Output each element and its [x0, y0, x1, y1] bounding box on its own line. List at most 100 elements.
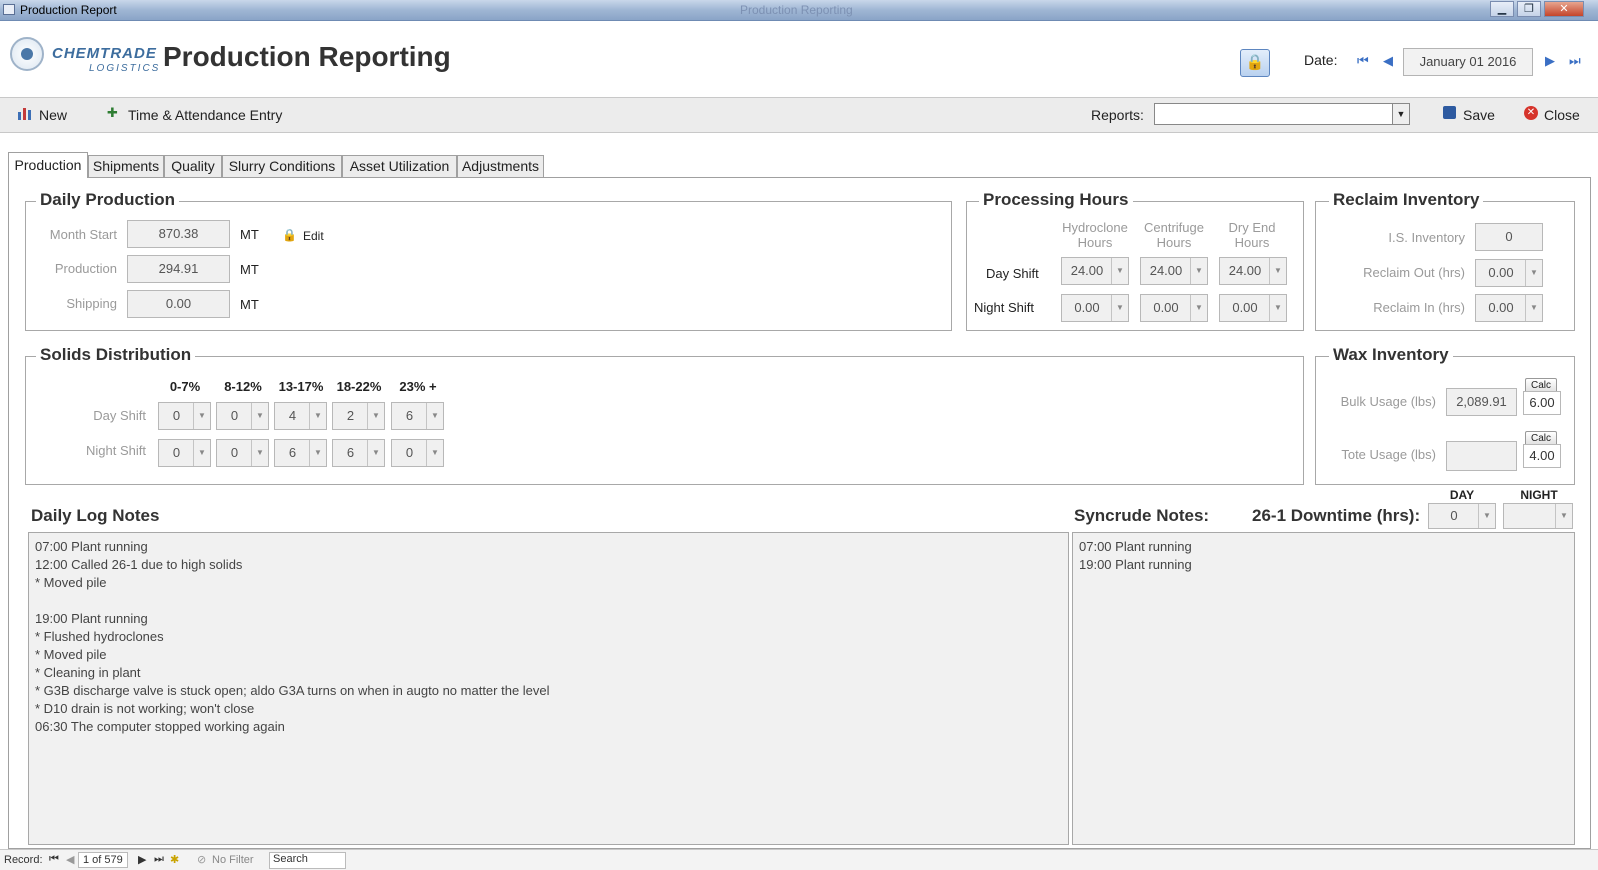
- chevron-down-icon[interactable]: ▼: [1478, 504, 1495, 528]
- next-record-icon[interactable]: ▶: [138, 853, 146, 866]
- solids-header-18-22: 18-22%: [336, 379, 382, 394]
- dry-end-day-select[interactable]: 24.00 ▼: [1219, 257, 1287, 285]
- syncrude-notes-textarea[interactable]: 07:00 Plant running 19:00 Plant running: [1072, 532, 1575, 845]
- record-label: Record:: [4, 854, 43, 866]
- chevron-down-icon[interactable]: ▼: [1392, 104, 1409, 124]
- chevron-down-icon[interactable]: ▼: [426, 403, 443, 429]
- shipping-label: Shipping: [66, 296, 117, 311]
- solids-header-23-plus: 23% +: [399, 379, 437, 394]
- chevron-down-icon[interactable]: ▼: [309, 440, 326, 466]
- centrifuge-night-select[interactable]: 0.00 ▼: [1140, 294, 1208, 322]
- hydroclone-day-select[interactable]: 24.00 ▼: [1061, 257, 1129, 285]
- chevron-down-icon[interactable]: ▼: [1190, 295, 1207, 321]
- solids-day-8-12-select[interactable]: 0 ▼: [216, 402, 269, 430]
- chevron-down-icon[interactable]: ▼: [426, 440, 443, 466]
- is-inventory-field[interactable]: 0: [1475, 223, 1543, 251]
- solids-day-23-plus-select[interactable]: 6 ▼: [391, 402, 444, 430]
- solids-night-18-22-select[interactable]: 6 ▼: [332, 439, 385, 467]
- solids-day-0-7-select[interactable]: 0 ▼: [158, 402, 211, 430]
- last-record-icon[interactable]: ⏭: [154, 853, 164, 866]
- daily-log-notes-textarea[interactable]: 07:00 Plant running 12:00 Called 26-1 du…: [28, 532, 1069, 845]
- reports-dropdown[interactable]: ▼: [1154, 103, 1410, 125]
- tote-usage-field[interactable]: [1446, 441, 1517, 471]
- solids-day-13-17-select[interactable]: 4 ▼: [274, 402, 327, 430]
- search-input[interactable]: Search: [269, 852, 346, 869]
- tab-quality[interactable]: Quality: [164, 155, 222, 177]
- first-record-icon[interactable]: ⏮: [49, 853, 59, 866]
- bulk-calc-field[interactable]: 6.00: [1523, 391, 1561, 415]
- shipping-field[interactable]: 0.00: [127, 290, 230, 318]
- chevron-down-icon[interactable]: ▼: [1525, 260, 1542, 286]
- chevron-down-icon[interactable]: ▼: [367, 403, 384, 429]
- chevron-down-icon[interactable]: ▼: [1555, 504, 1572, 528]
- previous-record-icon[interactable]: ◀: [66, 853, 74, 866]
- close-button[interactable]: Close: [1544, 107, 1580, 123]
- centrifuge-day-select[interactable]: 24.00 ▼: [1140, 257, 1208, 285]
- chevron-down-icon[interactable]: ▼: [309, 403, 326, 429]
- downtime-day-select[interactable]: 0 ▼: [1428, 503, 1496, 529]
- reports-label: Reports:: [1091, 107, 1144, 123]
- window-close-button[interactable]: ✕: [1544, 1, 1584, 17]
- reclaim-out-select[interactable]: 0.00 ▼: [1475, 259, 1543, 287]
- previous-date-icon[interactable]: ◀: [1383, 53, 1393, 69]
- production-field[interactable]: 294.91: [127, 255, 230, 283]
- first-date-icon[interactable]: ⏮: [1357, 53, 1369, 69]
- chevron-down-icon[interactable]: ▼: [1525, 295, 1542, 321]
- chevron-down-icon[interactable]: ▼: [1111, 295, 1128, 321]
- save-icon: [1443, 106, 1456, 119]
- window-title-bar: Production Report Production Reporting ▁…: [0, 0, 1598, 21]
- new-button[interactable]: New: [39, 107, 67, 123]
- save-button[interactable]: Save: [1463, 107, 1495, 123]
- tote-calc-field[interactable]: 4.00: [1523, 444, 1561, 468]
- chevron-down-icon[interactable]: ▼: [1111, 258, 1128, 284]
- solids-night-23-plus-select[interactable]: 0 ▼: [391, 439, 444, 467]
- tab-production[interactable]: Production: [8, 152, 88, 178]
- is-inventory-label: I.S. Inventory: [1388, 230, 1465, 245]
- next-date-icon[interactable]: ▶: [1545, 53, 1555, 69]
- solids-night-0-7-select[interactable]: 0 ▼: [158, 439, 211, 467]
- record-position-field[interactable]: 1 of 579: [78, 852, 128, 868]
- reclaim-inventory-title: Reclaim Inventory: [1329, 190, 1484, 210]
- dry-end-night-select[interactable]: 0.00 ▼: [1219, 294, 1287, 322]
- solids-night-8-12-select[interactable]: 0 ▼: [216, 439, 269, 467]
- chevron-down-icon[interactable]: ▼: [193, 440, 210, 466]
- tab-adjustments[interactable]: Adjustments: [457, 155, 544, 177]
- restore-button[interactable]: ❐: [1517, 1, 1541, 17]
- hydroclone-night-select[interactable]: 0.00 ▼: [1061, 294, 1129, 322]
- solids-header-8-12: 8-12%: [224, 379, 262, 394]
- chevron-down-icon[interactable]: ▼: [251, 403, 268, 429]
- time-attendance-button[interactable]: Time & Attendance Entry: [128, 107, 282, 123]
- hydroclone-hours-header: Hydroclone Hours: [1062, 220, 1128, 250]
- new-report-icon: [17, 106, 33, 120]
- daily-log-notes-title: Daily Log Notes: [31, 506, 160, 525]
- filter-icon[interactable]: ⊘: [197, 853, 206, 866]
- lock-button[interactable]: 🔒: [1240, 49, 1270, 77]
- month-start-field[interactable]: 870.38: [127, 220, 230, 248]
- window-center-title: Production Reporting: [740, 3, 853, 17]
- tote-usage-label: Tote Usage (lbs): [1341, 447, 1436, 462]
- last-date-icon[interactable]: ⏭: [1569, 53, 1581, 69]
- chevron-down-icon[interactable]: ▼: [1269, 295, 1286, 321]
- new-record-icon[interactable]: ✱: [170, 853, 179, 866]
- solids-day-18-22-select[interactable]: 2 ▼: [332, 402, 385, 430]
- no-filter-label[interactable]: No Filter: [212, 854, 254, 866]
- bulk-usage-field[interactable]: 2,089.91: [1446, 388, 1517, 416]
- processing-night-shift-label: Night Shift: [974, 300, 1034, 315]
- chevron-down-icon[interactable]: ▼: [251, 440, 268, 466]
- date-field[interactable]: January 01 2016: [1403, 48, 1533, 76]
- syncrude-notes-title: Syncrude Notes:: [1074, 506, 1210, 525]
- tab-shipments[interactable]: Shipments: [88, 155, 164, 177]
- chevron-down-icon[interactable]: ▼: [1190, 258, 1207, 284]
- solids-night-13-17-select[interactable]: 6 ▼: [274, 439, 327, 467]
- chevron-down-icon[interactable]: ▼: [193, 403, 210, 429]
- chevron-down-icon[interactable]: ▼: [367, 440, 384, 466]
- tab-asset-utilization[interactable]: Asset Utilization: [342, 155, 457, 177]
- downtime-night-select[interactable]: ▼: [1503, 503, 1573, 529]
- reclaim-in-select[interactable]: 0.00 ▼: [1475, 294, 1543, 322]
- tab-slurry-conditions[interactable]: Slurry Conditions: [222, 155, 342, 177]
- chevron-down-icon[interactable]: ▼: [1269, 258, 1286, 284]
- downtime-night-header: NIGHT: [1520, 488, 1558, 502]
- edit-button[interactable]: Edit: [303, 229, 324, 243]
- minimize-button[interactable]: ▁: [1490, 1, 1514, 17]
- form-header: CHEMTRADE LOGISTICS Production Reporting…: [0, 21, 1598, 96]
